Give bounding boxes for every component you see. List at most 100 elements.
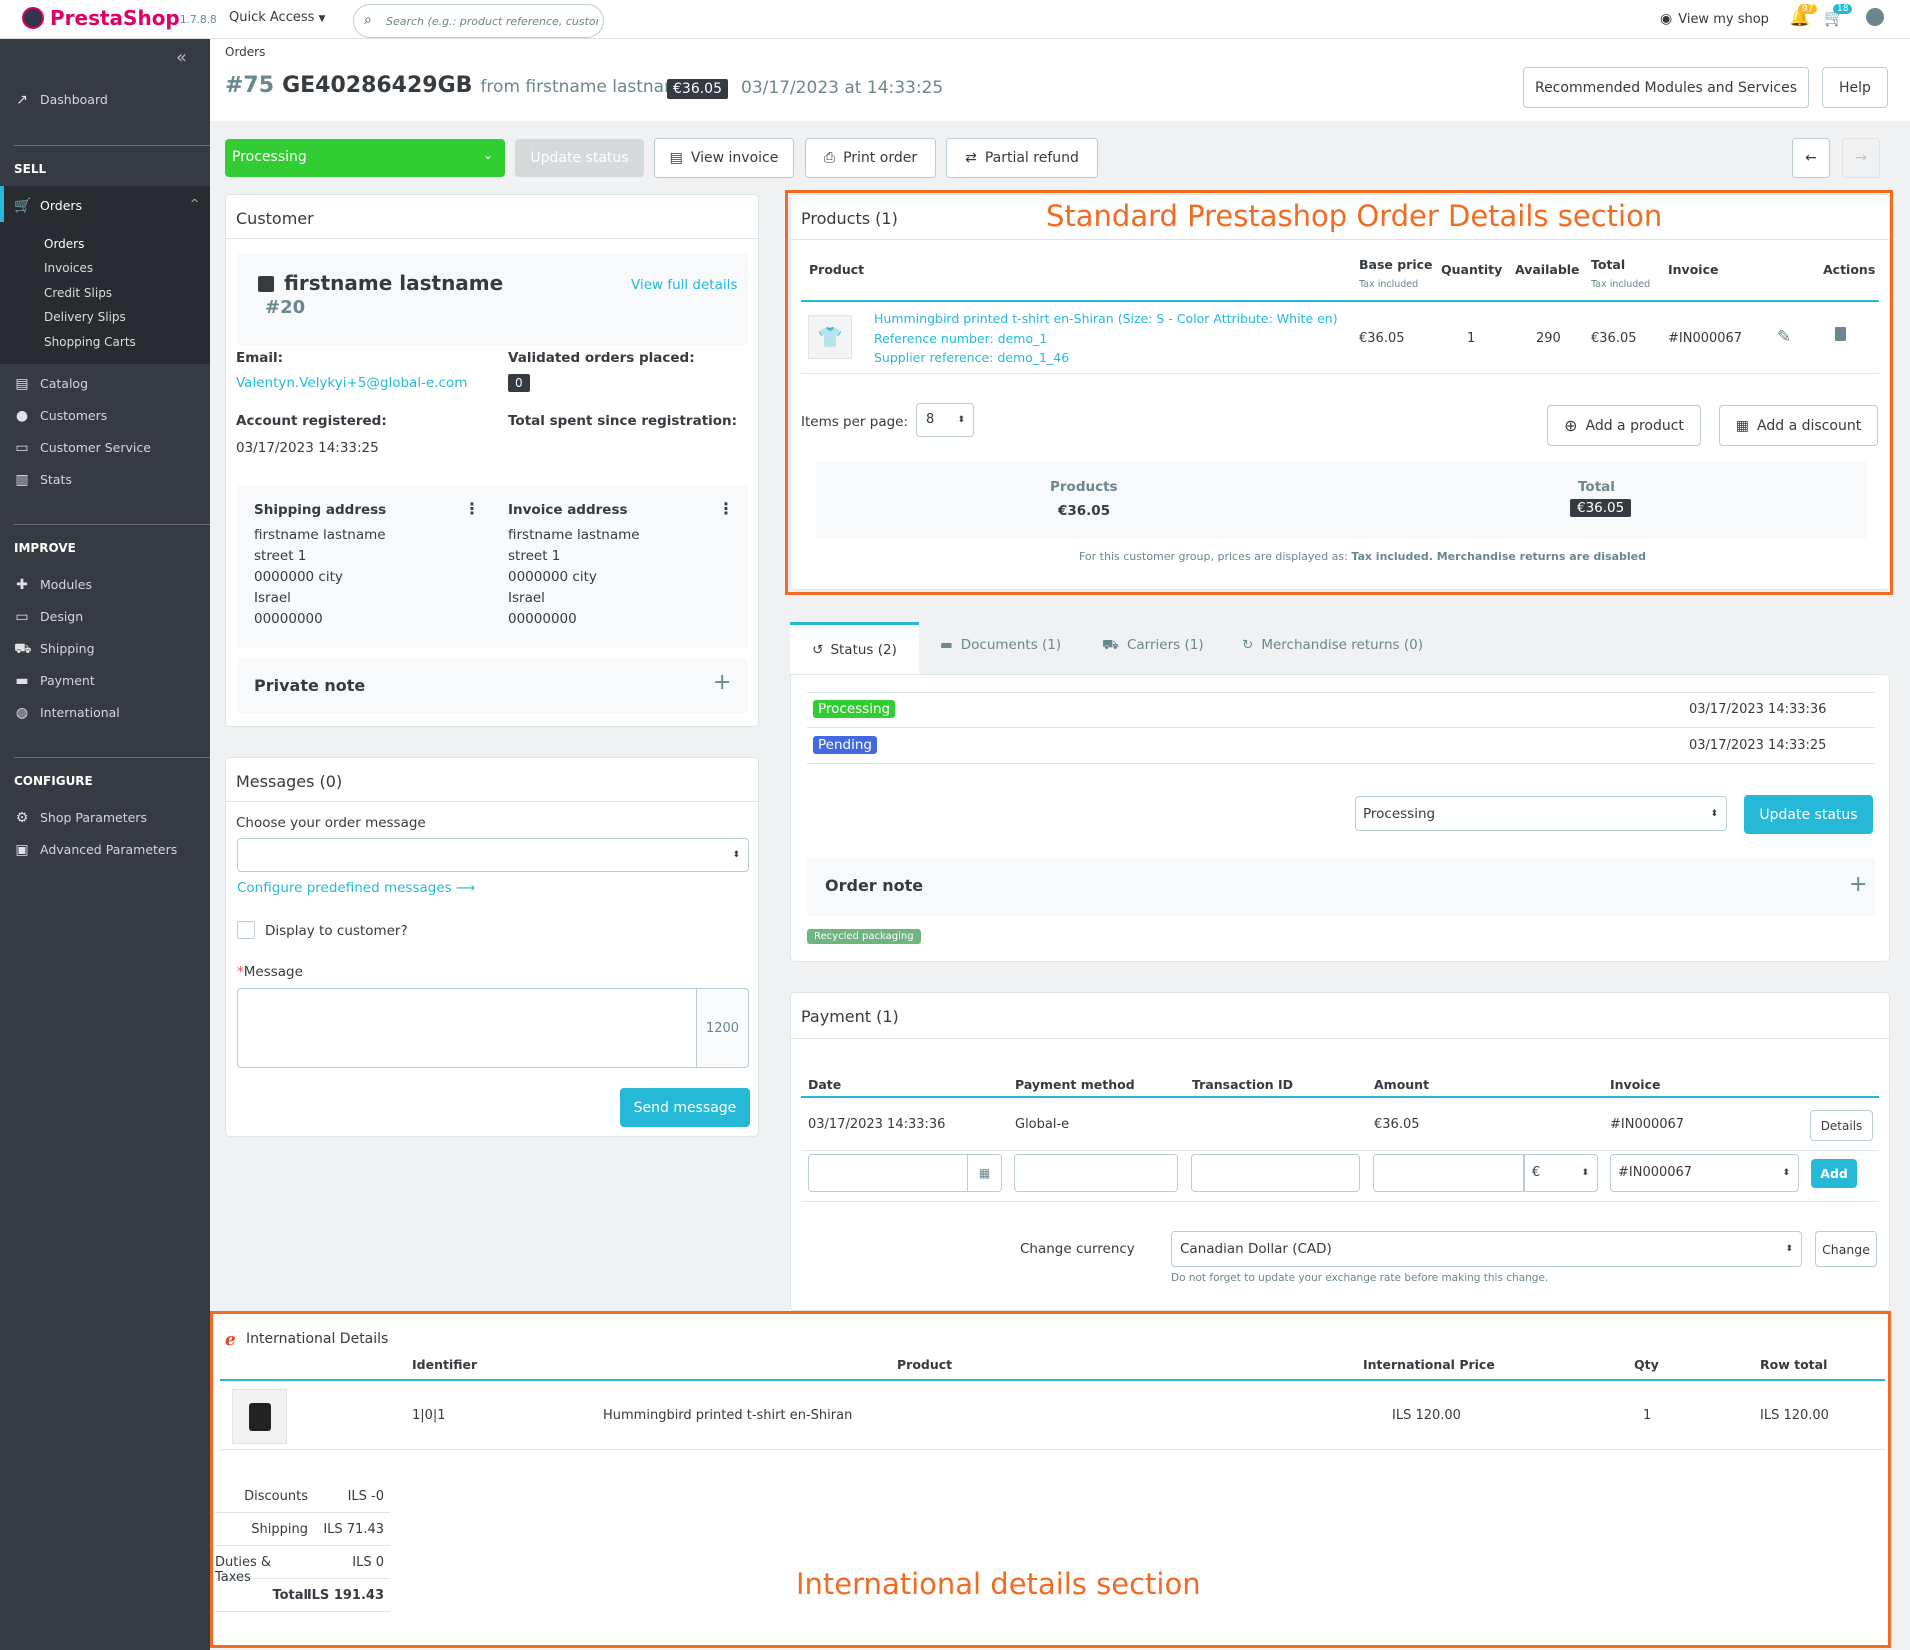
select-arrows-icon: ⬍ bbox=[732, 850, 740, 860]
payment-details-button[interactable]: Details bbox=[1810, 1110, 1873, 1141]
sidebar-subitem-credit-slips[interactable]: Credit Slips bbox=[44, 286, 112, 300]
tab-returns-label: Merchandise returns (0) bbox=[1261, 637, 1424, 653]
view-full-details-link[interactable]: View full details bbox=[631, 277, 737, 293]
update-status-button-disabled[interactable]: Update status bbox=[515, 139, 644, 177]
sidebar-item-label: International bbox=[40, 705, 120, 720]
payment-amount-input[interactable] bbox=[1373, 1154, 1524, 1192]
currency-select[interactable]: Canadian Dollar (CAD) ⬍ bbox=[1171, 1231, 1802, 1267]
sidebar-item-payment[interactable]: ▬ Payment bbox=[14, 673, 95, 688]
sidebar-item-customers[interactable]: ● Customers bbox=[14, 408, 107, 423]
messages-card-title: Messages (0) bbox=[226, 758, 758, 802]
email-link[interactable]: Valentyn.Velykyi+5@global-e.com bbox=[236, 375, 467, 391]
chat-icon: ▭ bbox=[15, 439, 29, 456]
message-label: *Message bbox=[237, 964, 303, 980]
annotation-standard-label: Standard Prestashop Order Details sectio… bbox=[1046, 199, 1663, 233]
plus-icon[interactable]: + bbox=[713, 670, 731, 695]
divider bbox=[801, 1201, 1879, 1202]
view-invoice-button[interactable]: ▤ View invoice bbox=[654, 138, 794, 178]
quick-access-button[interactable]: Quick Access ▼ bbox=[229, 10, 325, 25]
next-order-button[interactable]: → bbox=[1842, 138, 1880, 178]
tab-status[interactable]: ↺ Status (2) bbox=[790, 622, 919, 674]
payment-invoice-select[interactable]: #IN000067 ⬍ bbox=[1610, 1154, 1799, 1192]
message-label-text: Message bbox=[243, 964, 303, 980]
status-history-date: 03/17/2023 14:33:25 bbox=[1689, 738, 1827, 753]
payment-date-input[interactable]: ▦ bbox=[808, 1154, 1002, 1192]
store-icon: ▤ bbox=[15, 375, 29, 392]
sidebar-item-customer-service[interactable]: ▭ Customer Service bbox=[14, 440, 151, 455]
sidebar-item-stats[interactable]: ▥ Stats bbox=[14, 472, 72, 487]
sidebar-item-modules[interactable]: ✚ Modules bbox=[14, 577, 92, 592]
sidebar-item-shop-parameters[interactable]: ⚙ Shop Parameters bbox=[14, 810, 147, 825]
tab-merchandise-returns[interactable]: ↻ Merchandise returns (0) bbox=[1242, 637, 1423, 653]
payment-date: 03/17/2023 14:33:36 bbox=[808, 1117, 946, 1132]
sidebar-item-catalog[interactable]: ▤ Catalog bbox=[14, 376, 88, 391]
send-message-button[interactable]: Send message bbox=[620, 1088, 750, 1127]
quick-access-label: Quick Access bbox=[229, 10, 315, 25]
plus-icon[interactable]: + bbox=[1849, 872, 1867, 897]
update-status-select[interactable]: Processing ⬍ bbox=[1355, 796, 1727, 831]
previous-order-button[interactable]: ← bbox=[1792, 138, 1830, 178]
status-card: Processing 03/17/2023 14:33:36 Pending 0… bbox=[790, 674, 1890, 962]
payment-invoice-select-value: #IN000067 bbox=[1618, 1165, 1693, 1180]
status-select[interactable]: Processing ⌄ bbox=[225, 139, 505, 177]
sidebar-subitem-orders[interactable]: Orders bbox=[44, 237, 84, 251]
order-from: from firstname lastname bbox=[480, 77, 692, 97]
sidebar-item-label: Advanced Parameters bbox=[40, 842, 178, 857]
recommended-modules-button[interactable]: Recommended Modules and Services bbox=[1523, 67, 1809, 108]
more-vert-icon[interactable]: ⋮ bbox=[464, 499, 480, 518]
sidebar-item-label: Payment bbox=[40, 673, 95, 688]
address-line: 0000000 city bbox=[508, 569, 597, 585]
sidebar-item-label: Dashboard bbox=[40, 92, 108, 107]
message-textarea[interactable] bbox=[237, 988, 697, 1068]
breadcrumb[interactable]: Orders bbox=[225, 45, 265, 59]
prestashop-logo-icon[interactable] bbox=[22, 7, 44, 29]
collapse-sidebar-icon[interactable]: « bbox=[176, 47, 187, 68]
help-button[interactable]: Help bbox=[1822, 67, 1888, 108]
view-invoice-label: View invoice bbox=[690, 150, 779, 166]
email-label: Email: bbox=[236, 350, 284, 366]
sidebar-item-dashboard[interactable]: ↗ Dashboard bbox=[14, 92, 108, 107]
partial-refund-label: Partial refund bbox=[984, 150, 1079, 166]
sidebar-subitem-delivery-slips[interactable]: Delivery Slips bbox=[44, 310, 126, 324]
payment-currency-select[interactable]: € ⬍ bbox=[1524, 1154, 1598, 1192]
divider bbox=[807, 727, 1875, 728]
sidebar-item-orders[interactable]: 🛒 Orders bbox=[14, 198, 82, 213]
choose-message-label: Choose your order message bbox=[236, 815, 426, 831]
sidebar-subitem-invoices[interactable]: Invoices bbox=[44, 261, 93, 275]
partial-refund-button[interactable]: ⇄ Partial refund bbox=[946, 138, 1098, 178]
more-vert-icon[interactable]: ⋮ bbox=[718, 499, 734, 518]
sidebar-item-shipping[interactable]: ⛟ Shipping bbox=[14, 641, 95, 656]
address-line: 0000000 city bbox=[254, 569, 343, 585]
payment-method-input[interactable] bbox=[1014, 1154, 1178, 1192]
registered-date: 03/17/2023 14:33:25 bbox=[236, 440, 379, 456]
tab-carriers[interactable]: ⛟ Carriers (1) bbox=[1102, 637, 1204, 655]
caret-down-icon: ▼ bbox=[318, 14, 326, 24]
sidebar-subitem-shopping-carts[interactable]: Shopping Carts bbox=[44, 335, 136, 349]
view-shop-link[interactable]: ◉ View my shop bbox=[1660, 11, 1769, 27]
configure-messages-link[interactable]: Configure predefined messages ⟶ bbox=[237, 880, 475, 896]
col-payment-method: Payment method bbox=[1015, 1077, 1135, 1092]
sidebar-item-advanced-parameters[interactable]: ▣ Advanced Parameters bbox=[14, 842, 177, 857]
customer-card-title: Customer bbox=[226, 195, 758, 239]
sidebar-item-international[interactable]: ◍ International bbox=[14, 705, 120, 720]
customer-card: Customer firstname lastname #20 View ful… bbox=[225, 194, 759, 727]
sidebar-item-design[interactable]: ▭ Design bbox=[14, 609, 83, 624]
display-to-customer-checkbox[interactable] bbox=[237, 921, 255, 939]
update-status-button[interactable]: Update status bbox=[1744, 795, 1873, 834]
order-date: 03/17/2023 at 14:33:25 bbox=[741, 78, 944, 98]
private-note-row[interactable]: Private note + bbox=[238, 658, 748, 713]
add-payment-button[interactable]: Add bbox=[1811, 1159, 1857, 1188]
transaction-id-input[interactable] bbox=[1191, 1154, 1360, 1192]
order-note-row[interactable]: Order note + bbox=[807, 858, 1875, 916]
tab-documents[interactable]: ▬ Documents (1) bbox=[940, 637, 1061, 653]
search-input[interactable]: ⌕ Search (e.g.: product reference, custo… bbox=[353, 4, 604, 38]
address-line: Israel bbox=[254, 590, 291, 606]
logo-text[interactable]: PrestaShop bbox=[50, 6, 180, 30]
user-avatar-icon[interactable] bbox=[1866, 8, 1884, 26]
print-order-button[interactable]: ⎙ Print order bbox=[805, 138, 936, 178]
sidebar-item-label: Shop Parameters bbox=[40, 810, 147, 825]
col-payment-date: Date bbox=[808, 1077, 842, 1092]
order-message-select[interactable]: ⬍ bbox=[237, 838, 749, 872]
change-currency-button[interactable]: Change bbox=[1815, 1231, 1877, 1267]
invoice-address-title: Invoice address bbox=[508, 502, 628, 518]
